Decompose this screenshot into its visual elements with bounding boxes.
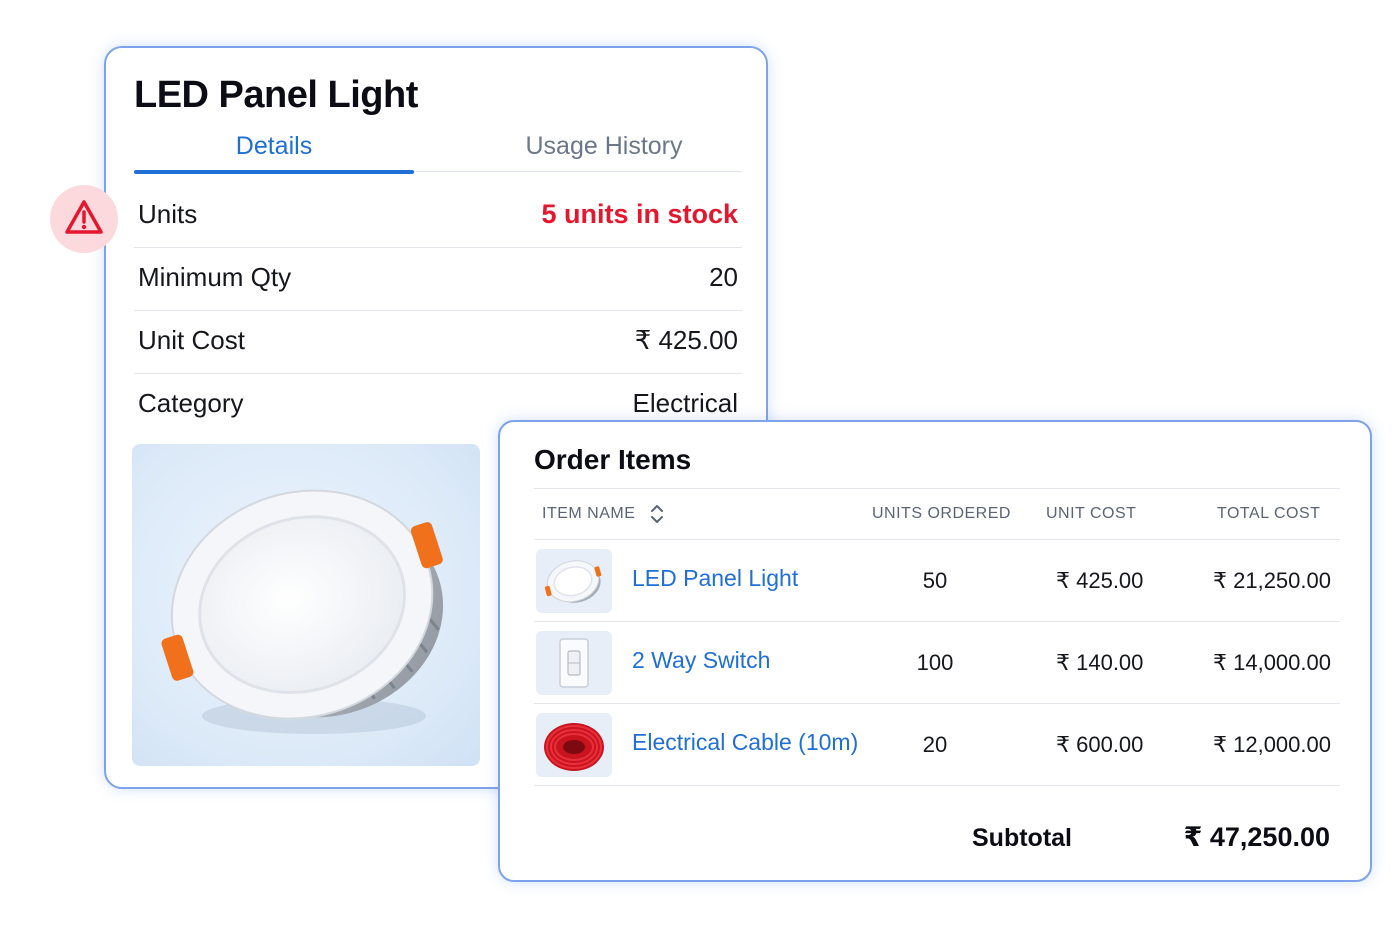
tab-usage-history[interactable]: Usage History bbox=[464, 132, 744, 172]
stock-alert-value: 5 units in stock bbox=[541, 199, 738, 229]
unit-cost-value: ₹ 600.00 bbox=[1056, 732, 1144, 757]
total-cost-value: ₹ 14,000.00 bbox=[1213, 650, 1331, 675]
column-unit-cost: UNIT COST bbox=[1046, 505, 1137, 522]
product-title: LED Panel Light bbox=[134, 74, 418, 116]
units-ordered-value: 50 bbox=[922, 568, 948, 593]
order-items-title: Order Items bbox=[534, 444, 692, 475]
warning-triangle-icon bbox=[64, 199, 104, 240]
column-item-name[interactable]: ITEM NAME bbox=[542, 505, 635, 523]
detail-label: Unit Cost bbox=[138, 325, 245, 355]
detail-row-unit-cost: Unit Cost ₹ 425.00 bbox=[134, 311, 742, 374]
cable-coil-thumb bbox=[536, 713, 612, 777]
total-cost-value: ₹ 12,000.00 bbox=[1213, 732, 1331, 757]
order-items-card: Order Items ITEM NAME UNITS ORDERED UNIT… bbox=[498, 420, 1372, 882]
item-name-link[interactable]: Electrical Cable (10m) bbox=[632, 729, 858, 756]
column-units-ordered: UNITS ORDERED bbox=[872, 505, 1011, 522]
subtotal-value: ₹ 47,250.00 bbox=[1183, 822, 1330, 852]
units-ordered-value: 100 bbox=[916, 650, 954, 675]
detail-row-units: Units 5 units in stock bbox=[134, 185, 742, 248]
detail-label: Units bbox=[138, 199, 198, 229]
detail-value: ₹ 425.00 bbox=[634, 325, 738, 355]
table-row: LED Panel Light 50 ₹ 425.00 ₹ 21,250.00 bbox=[534, 540, 1340, 622]
led-panel-light-image bbox=[132, 444, 480, 766]
detail-label: Minimum Qty bbox=[138, 262, 292, 292]
total-cost-value: ₹ 21,250.00 bbox=[1213, 568, 1331, 593]
switch-thumb bbox=[536, 631, 612, 695]
unit-cost-value: ₹ 140.00 bbox=[1056, 650, 1144, 675]
tab-details[interactable]: Details bbox=[134, 132, 414, 174]
table-row: 2 Way Switch 100 ₹ 140.00 ₹ 14,000.00 bbox=[534, 622, 1340, 704]
sort-chevrons-icon[interactable] bbox=[650, 503, 664, 530]
column-total-cost: TOTAL COST bbox=[1217, 505, 1321, 522]
table-header: ITEM NAME UNITS ORDERED UNIT COST TOTAL … bbox=[534, 488, 1340, 540]
warning-badge bbox=[50, 185, 118, 253]
item-name-link[interactable]: LED Panel Light bbox=[632, 565, 798, 592]
subtotal-label: Subtotal bbox=[972, 824, 1072, 852]
detail-value: 20 bbox=[709, 262, 738, 292]
detail-row-minimum-qty: Minimum Qty 20 bbox=[134, 248, 742, 311]
units-ordered-value: 20 bbox=[922, 732, 948, 757]
table-row: Electrical Cable (10m) 20 ₹ 600.00 ₹ 12,… bbox=[534, 704, 1340, 786]
product-tabs: Details Usage History bbox=[134, 132, 744, 174]
item-name-link[interactable]: 2 Way Switch bbox=[632, 647, 770, 674]
detail-label: Category bbox=[138, 388, 244, 418]
unit-cost-value: ₹ 425.00 bbox=[1056, 568, 1144, 593]
detail-value: Electrical bbox=[632, 388, 738, 418]
led-panel-light-thumb bbox=[536, 549, 612, 613]
